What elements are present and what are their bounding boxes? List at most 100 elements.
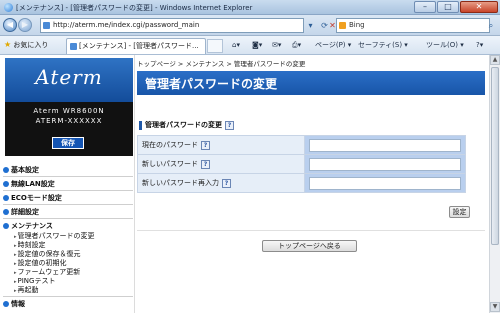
sidebar-subitem-reboot[interactable]: 再起動 [14,285,39,295]
tools-menu[interactable]: ツール(O) ▾ [426,39,464,52]
bullet-icon [3,209,9,215]
safety-menu[interactable]: セーフティ(S) ▾ [358,39,408,52]
form-field [304,173,466,193]
window-controls: – □ ✕ [414,1,498,13]
breadcrumb: トップページ > メンテナンス > 管理者パスワードの変更 [137,60,306,68]
sidebar-item-eco[interactable]: ECOモード設定 [3,193,62,203]
table-row: 新しいパスワード? [137,154,466,174]
bullet-icon [3,301,9,307]
bullet-icon [3,223,9,229]
star-icon: ★ [4,40,12,49]
model-id: ATERM-XXXXXX [35,117,103,125]
ie-icon [4,3,13,12]
table-row: 新しいパスワード再入力? [137,173,466,193]
current-password-label: 現在のパスワード [142,141,198,149]
mail-icon[interactable]: ✉▾ [272,39,281,52]
new-password-label: 新しいパスワード [142,160,198,168]
sidebar-item-label: 詳細設定 [11,208,39,216]
sidebar-item-label: 基本設定 [11,166,39,174]
dropdown-icon[interactable]: ▾ [304,18,317,33]
form-label: 新しいパスワード? [137,154,305,174]
help-icon[interactable]: ? [222,179,231,188]
browser-tab[interactable]: [メンテナンス] - [管理者パスワード... [66,38,206,54]
print-icon[interactable]: ⎙▾ [292,39,301,52]
save-button[interactable]: 保存 [52,137,84,149]
page-title-bar: 管理者パスワードの変更 [137,71,485,95]
bullet-icon [3,195,9,201]
favorites-label: お気に入り [13,41,49,49]
divider [3,218,133,219]
forward-arrow-icon[interactable]: ▶ [18,18,32,32]
section-title-text: 管理者パスワードの変更 [145,121,222,129]
scroll-up-icon[interactable]: ▲ [490,55,500,65]
set-button[interactable]: 設定 [449,206,470,218]
feeds-icon[interactable]: ◙▾ [252,39,262,52]
new-password-input[interactable] [309,157,461,171]
command-bar: ★ お気に入り [メンテナンス] - [管理者パスワード... ⌂▾ ◙▾ ✉▾… [0,36,500,55]
bullet-icon [3,167,9,173]
page-content: Aterm Aterm WR8600N ATERM-XXXXXX 保存 基本設定… [0,55,489,313]
search-icon[interactable]: ⌕ [484,18,498,33]
sidebar-item-basic[interactable]: 基本設定 [3,165,39,175]
page-menu[interactable]: ページ(P) ▾ [315,39,351,52]
page-icon [43,22,50,29]
help-icon[interactable]: ? [225,121,234,130]
page-menu-label: ページ(P) [315,41,346,49]
address-bar: ◀ ▶ http://aterm.me/index.cgi/password_m… [0,15,500,36]
model-name: Aterm WR8600N [33,107,105,115]
sidebar-item-label: 無線LAN設定 [11,180,55,188]
table-row: 現在のパスワード? [137,135,466,155]
form-field [304,154,466,174]
tab-title: [メンテナンス] - [管理者パスワード... [79,42,199,50]
favorites-button[interactable]: ★ お気に入り [4,39,48,51]
url-input[interactable]: http://aterm.me/index.cgi/password_main [40,18,304,33]
sidebar-item-label: 情報 [11,300,25,308]
sidebar: Aterm Aterm WR8600N ATERM-XXXXXX 保存 基本設定… [0,55,135,313]
window-titlebar: [メンテナンス] - [管理者パスワードの変更] - Windows Inter… [0,0,500,15]
divider [137,230,485,231]
home-icon[interactable]: ⌂▾ [232,39,240,52]
confirm-password-label: 新しいパスワード再入力 [142,179,219,187]
current-password-input[interactable] [309,138,461,152]
confirm-password-input[interactable] [309,176,461,190]
form-label: 現在のパスワード? [137,135,305,155]
logo-text: Aterm [35,65,103,89]
aterm-logo: Aterm [5,58,133,102]
url-text: http://aterm.me/index.cgi/password_main [53,21,200,29]
minimize-icon[interactable]: – [414,1,436,13]
model-box: Aterm WR8600N ATERM-XXXXXX 保存 [5,102,133,156]
help-icon[interactable]: ? [201,160,210,169]
sidebar-item-advanced[interactable]: 詳細設定 [3,207,39,217]
close-icon[interactable]: ✕ [460,1,498,13]
tools-menu-label: ツール(O) [426,41,458,49]
sidebar-item-wireless[interactable]: 無線LAN設定 [3,179,55,189]
window-title: [メンテナンス] - [管理者パスワードの変更] - Windows Inter… [16,4,253,12]
divider [3,204,133,205]
search-input[interactable]: Bing [336,18,490,33]
scroll-down-icon[interactable]: ▼ [490,302,500,312]
divider [3,296,133,297]
form-label: 新しいパスワード再入力? [137,173,305,193]
new-tab-button[interactable] [207,39,223,53]
divider [3,190,133,191]
search-placeholder: Bing [349,21,365,29]
sidebar-item-label: メンテナンス [11,222,53,230]
scrollbar-thumb[interactable] [491,67,499,245]
bullet-icon [3,181,9,187]
safety-menu-label: セーフティ(S) [358,41,403,49]
back-to-top-button[interactable]: トップページへ戻る [262,240,357,252]
back-arrow-icon[interactable]: ◀ [3,18,17,32]
sidebar-item-maintenance[interactable]: メンテナンス [3,221,53,231]
help-icon[interactable]: ? [201,141,210,150]
password-form: 現在のパスワード? 新しいパスワード? 新しいパスワード再入力? [137,135,466,193]
maximize-icon[interactable]: □ [437,1,459,13]
sidebar-item-info[interactable]: 情報 [3,299,25,309]
divider [3,176,133,177]
help-menu-icon[interactable]: ?▾ [476,39,483,52]
section-title: 管理者パスワードの変更? [139,121,234,130]
bing-icon [339,22,346,29]
vertical-scrollbar[interactable]: ▲ ▼ [489,55,500,313]
page-icon [70,43,77,50]
form-field [304,135,466,155]
page-title: 管理者パスワードの変更 [145,77,278,91]
